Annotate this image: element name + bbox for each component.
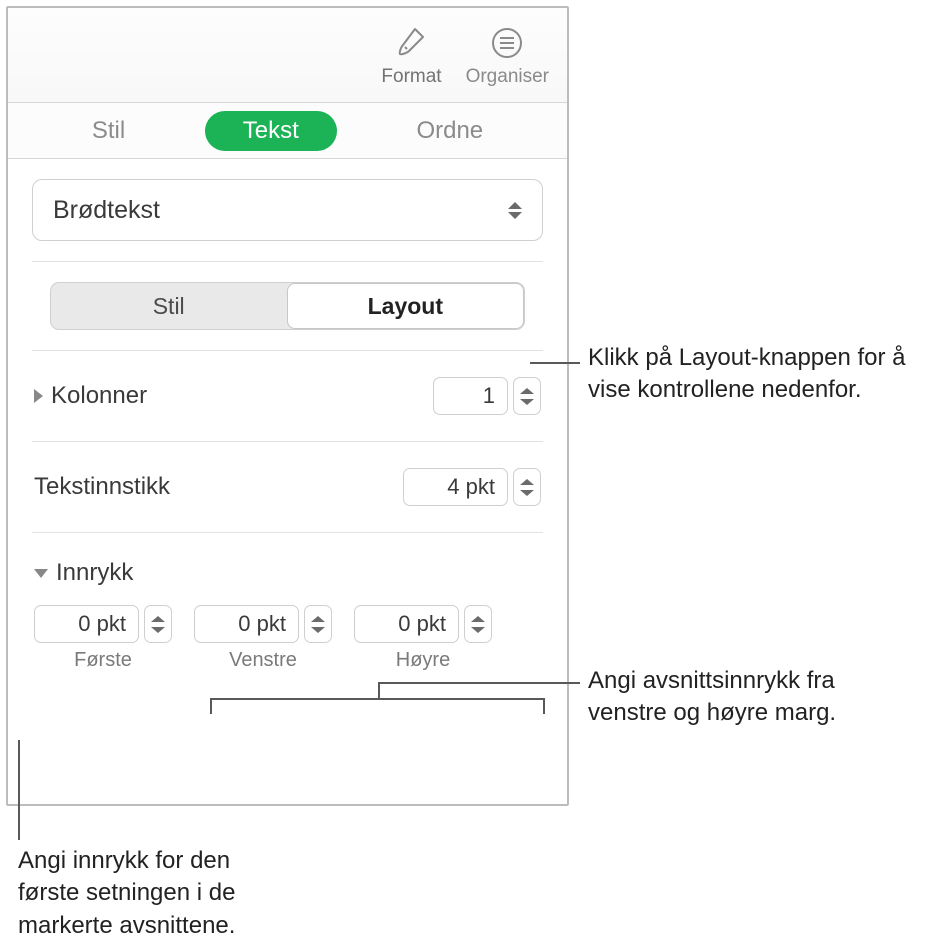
tab-tekst[interactable]: Tekst [205,111,337,151]
divider [32,350,543,351]
list-icon [487,23,527,63]
callout-layout: Klikk på Layout-knappen for å vise kontr… [588,342,918,407]
chevron-down-icon [520,490,534,496]
indent-left-stepper[interactable] [304,605,332,643]
callout-line [378,682,580,684]
chevron-up-icon [471,616,485,622]
textinset-input[interactable]: 4 pkt [403,468,508,506]
textinset-label: Tekstinnstikk [34,473,170,501]
columns-label-group[interactable]: Kolonner [34,382,147,410]
chevron-right-icon [34,389,43,403]
callout-bracket [210,698,545,700]
segment-layout[interactable]: Layout [287,283,525,329]
indent-right-label: Høyre [396,649,450,672]
chevron-up-icon [520,388,534,394]
chevron-up-icon [151,616,165,622]
chevron-updown-icon [508,202,522,219]
callout-margins: Angi avsnittsinnrykk fra venstre og høyr… [588,665,918,730]
indent-left-col: 0 pkt Venstre [194,605,332,672]
callout-line [18,740,20,840]
indent-first-label: Første [74,649,132,672]
textinset-stepper-group: 4 pkt [403,468,541,506]
indent-first-col: 0 pkt Første [34,605,172,672]
tab-ordne[interactable]: Ordne [378,111,521,151]
columns-label: Kolonner [51,382,147,410]
divider [32,441,543,442]
callout-first: Angi innrykk for den første setningen i … [18,845,298,942]
indent-first-stepper[interactable] [144,605,172,643]
stil-layout-segmented: Stil Layout [50,282,525,330]
paragraph-style-select[interactable]: Brødtekst [32,179,543,241]
divider [32,261,543,262]
indent-label: Innrykk [56,559,133,587]
chevron-down-icon [311,627,325,633]
format-label: Format [381,66,441,88]
chevron-up-icon [520,479,534,485]
tab-stil[interactable]: Stil [54,111,163,151]
indent-right-stepper[interactable] [464,605,492,643]
textinset-stepper[interactable] [513,468,541,506]
paragraph-style-value: Brødtekst [53,196,160,225]
format-toolbar-button[interactable]: Format [381,23,441,88]
callout-line [378,682,380,698]
paintbrush-icon [391,23,431,63]
format-sidebar: Format Organiser Stil Tekst Ordne Brødte… [6,6,569,806]
organiser-toolbar-button[interactable]: Organiser [466,23,549,88]
indent-header[interactable]: Innrykk [32,553,543,593]
columns-input[interactable]: 1 [433,377,508,415]
callout-line [530,362,580,364]
columns-row: Kolonner 1 [32,371,543,421]
panel-body: Brødtekst Stil Layout Kolonner 1 [8,159,567,698]
organiser-label: Organiser [466,66,549,88]
segment-stil[interactable]: Stil [51,283,287,329]
chevron-down-icon [520,399,534,405]
chevron-down-icon [151,627,165,633]
divider [32,532,543,533]
columns-stepper[interactable] [513,377,541,415]
chevron-up-icon [311,616,325,622]
chevron-down-icon [34,569,48,578]
indent-first-input[interactable]: 0 pkt [34,605,139,643]
indent-left-label: Venstre [229,649,297,672]
textinset-row: Tekstinnstikk 4 pkt [32,462,543,512]
columns-stepper-group: 1 [433,377,541,415]
inspector-tabs: Stil Tekst Ordne [8,103,567,159]
toolbar: Format Organiser [8,8,567,103]
indent-controls: 0 pkt Første 0 pkt Venstre [32,605,543,678]
indent-left-input[interactable]: 0 pkt [194,605,299,643]
chevron-down-icon [471,627,485,633]
indent-right-input[interactable]: 0 pkt [354,605,459,643]
indent-right-col: 0 pkt Høyre [354,605,492,672]
